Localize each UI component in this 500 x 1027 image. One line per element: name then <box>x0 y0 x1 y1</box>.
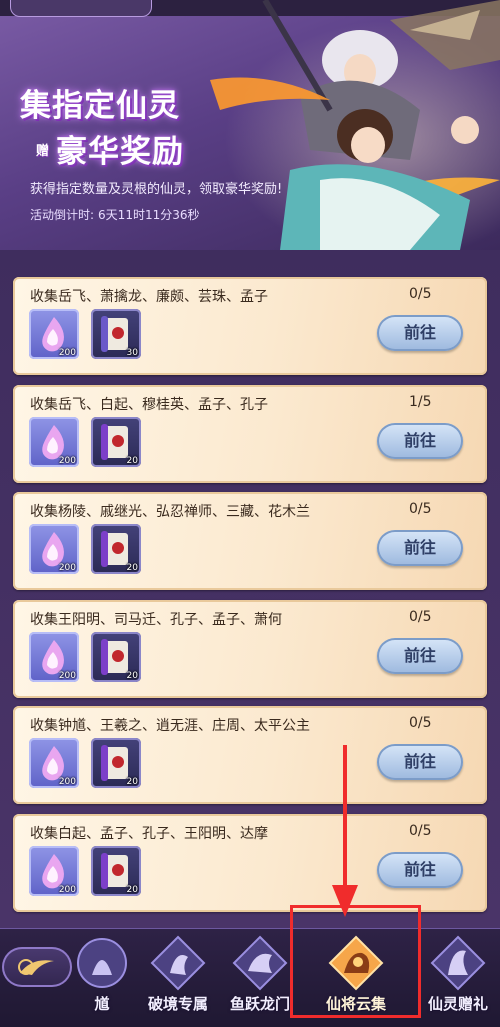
highlight-box <box>290 905 421 1018</box>
task-card: 收集白起、孟子、孔子、王阳明、达摩 0/5 200 20 前往 <box>13 814 487 912</box>
item-quantity: 20 <box>126 885 138 895</box>
banner-title-line2: 豪华奖励 <box>56 134 184 170</box>
spirit-gift-icon <box>430 935 486 991</box>
go-button[interactable]: 前往 <box>377 852 463 888</box>
task-title: 收集岳飞、白起、穆桂英、孟子、孔子 <box>30 397 268 413</box>
item-quantity: 20 <box>126 563 138 573</box>
reward-item-scroll[interactable]: 20 <box>91 846 141 896</box>
task-title: 收集白起、孟子、孔子、王阳明、达摩 <box>30 826 268 842</box>
reward-item-scroll[interactable]: 20 <box>91 417 141 467</box>
top-tab[interactable] <box>10 0 152 17</box>
hero-illustration <box>210 0 500 250</box>
pointer-arrow <box>332 745 358 917</box>
reward-item-spirit[interactable]: 200 <box>29 846 79 896</box>
item-quantity: 200 <box>58 885 76 895</box>
nav-tab-1[interactable]: 破境专属 <box>138 935 218 1021</box>
go-button[interactable]: 前往 <box>377 315 463 351</box>
reward-item-spirit[interactable]: 200 <box>29 738 79 788</box>
reward-item-spirit[interactable]: 200 <box>29 417 79 467</box>
go-button[interactable]: 前往 <box>377 530 463 566</box>
task-title: 收集岳飞、萧擒龙、廉颇、芸珠、孟子 <box>30 289 268 305</box>
task-title: 收集王阳明、司马迁、孔子、孟子、萧何 <box>30 612 282 628</box>
reward-item-spirit[interactable]: 200 <box>29 632 79 682</box>
banner-gift-tag: 赠 <box>36 144 50 159</box>
task-title: 收集杨陵、戚继光、弘忍禅师、三藏、花木兰 <box>30 504 310 520</box>
reward-item-scroll[interactable]: 20 <box>91 632 141 682</box>
task-card: 收集钟馗、王羲之、逍无涯、庄周、太平公主 0/5 200 20 前往 <box>13 706 487 804</box>
go-button[interactable]: 前往 <box>377 423 463 459</box>
task-title: 收集钟馗、王羲之、逍无涯、庄周、太平公主 <box>30 718 310 734</box>
reward-item-scroll[interactable]: 30 <box>91 309 141 359</box>
reward-item-spirit[interactable]: 200 <box>29 524 79 574</box>
task-progress: 0/5 <box>409 609 432 625</box>
task-card: 收集岳飞、萧擒龙、廉颇、芸珠、孟子 0/5 200 30 前往 <box>13 277 487 375</box>
reward-item-scroll[interactable]: 20 <box>91 738 141 788</box>
reward-item-spirit[interactable]: 200 <box>29 309 79 359</box>
task-card: 收集杨陵、戚继光、弘忍禅师、三藏、花木兰 0/5 200 20 前往 <box>13 492 487 590</box>
task-progress: 0/5 <box>409 823 432 839</box>
banner-subtitle: 获得指定数量及灵根的仙灵，领取豪华奖励! <box>30 182 283 197</box>
task-progress: 0/5 <box>409 715 432 731</box>
item-quantity: 20 <box>126 671 138 681</box>
task-progress: 1/5 <box>409 394 432 410</box>
item-quantity: 200 <box>58 348 76 358</box>
event-banner: 集指定仙灵 赠 豪华奖励 获得指定数量及灵根的仙灵，领取豪华奖励! 活动倒计时:… <box>0 0 500 250</box>
countdown-label: 活动倒计时: <box>30 208 95 222</box>
go-button[interactable]: 前往 <box>377 638 463 674</box>
item-quantity: 200 <box>58 671 76 681</box>
carp-dragon-icon <box>232 935 288 991</box>
bottom-nav: 馗 破境专属 鱼跃龙门 仙将云集 仙灵赠礼 <box>0 928 500 1027</box>
task-progress: 0/5 <box>409 286 432 302</box>
task-progress: 0/5 <box>409 501 432 517</box>
item-quantity: 20 <box>126 777 138 787</box>
nav-tab-label: 仙灵赠礼 <box>427 995 488 1013</box>
task-card: 收集王阳明、司马迁、孔子、孟子、萧何 0/5 200 20 前往 <box>13 600 487 698</box>
go-button[interactable]: 前往 <box>377 744 463 780</box>
item-quantity: 30 <box>126 348 138 358</box>
task-list[interactable]: 收集岳飞、萧擒龙、廉颇、芸珠、孟子 0/5 200 30 前往 收集岳飞、白起、… <box>0 250 500 928</box>
spirit-icon <box>77 938 127 988</box>
breakthrough-icon <box>150 935 206 991</box>
task-card: 收集岳飞、白起、穆桂英、孟子、孔子 1/5 200 20 前往 <box>13 385 487 483</box>
banner-title-line1: 集指定仙灵 <box>20 88 180 124</box>
item-quantity: 200 <box>58 456 76 466</box>
item-quantity: 200 <box>58 563 76 573</box>
nav-tab-2[interactable]: 鱼跃龙门 <box>220 935 300 1021</box>
countdown-value: 6天11时11分36秒 <box>98 208 200 222</box>
countdown: 活动倒计时: 6天11时11分36秒 <box>30 206 200 223</box>
nav-tab-4[interactable]: 仙灵赠礼 <box>418 935 498 1021</box>
reward-item-scroll[interactable]: 20 <box>91 524 141 574</box>
item-quantity: 20 <box>126 456 138 466</box>
item-quantity: 200 <box>58 777 76 787</box>
